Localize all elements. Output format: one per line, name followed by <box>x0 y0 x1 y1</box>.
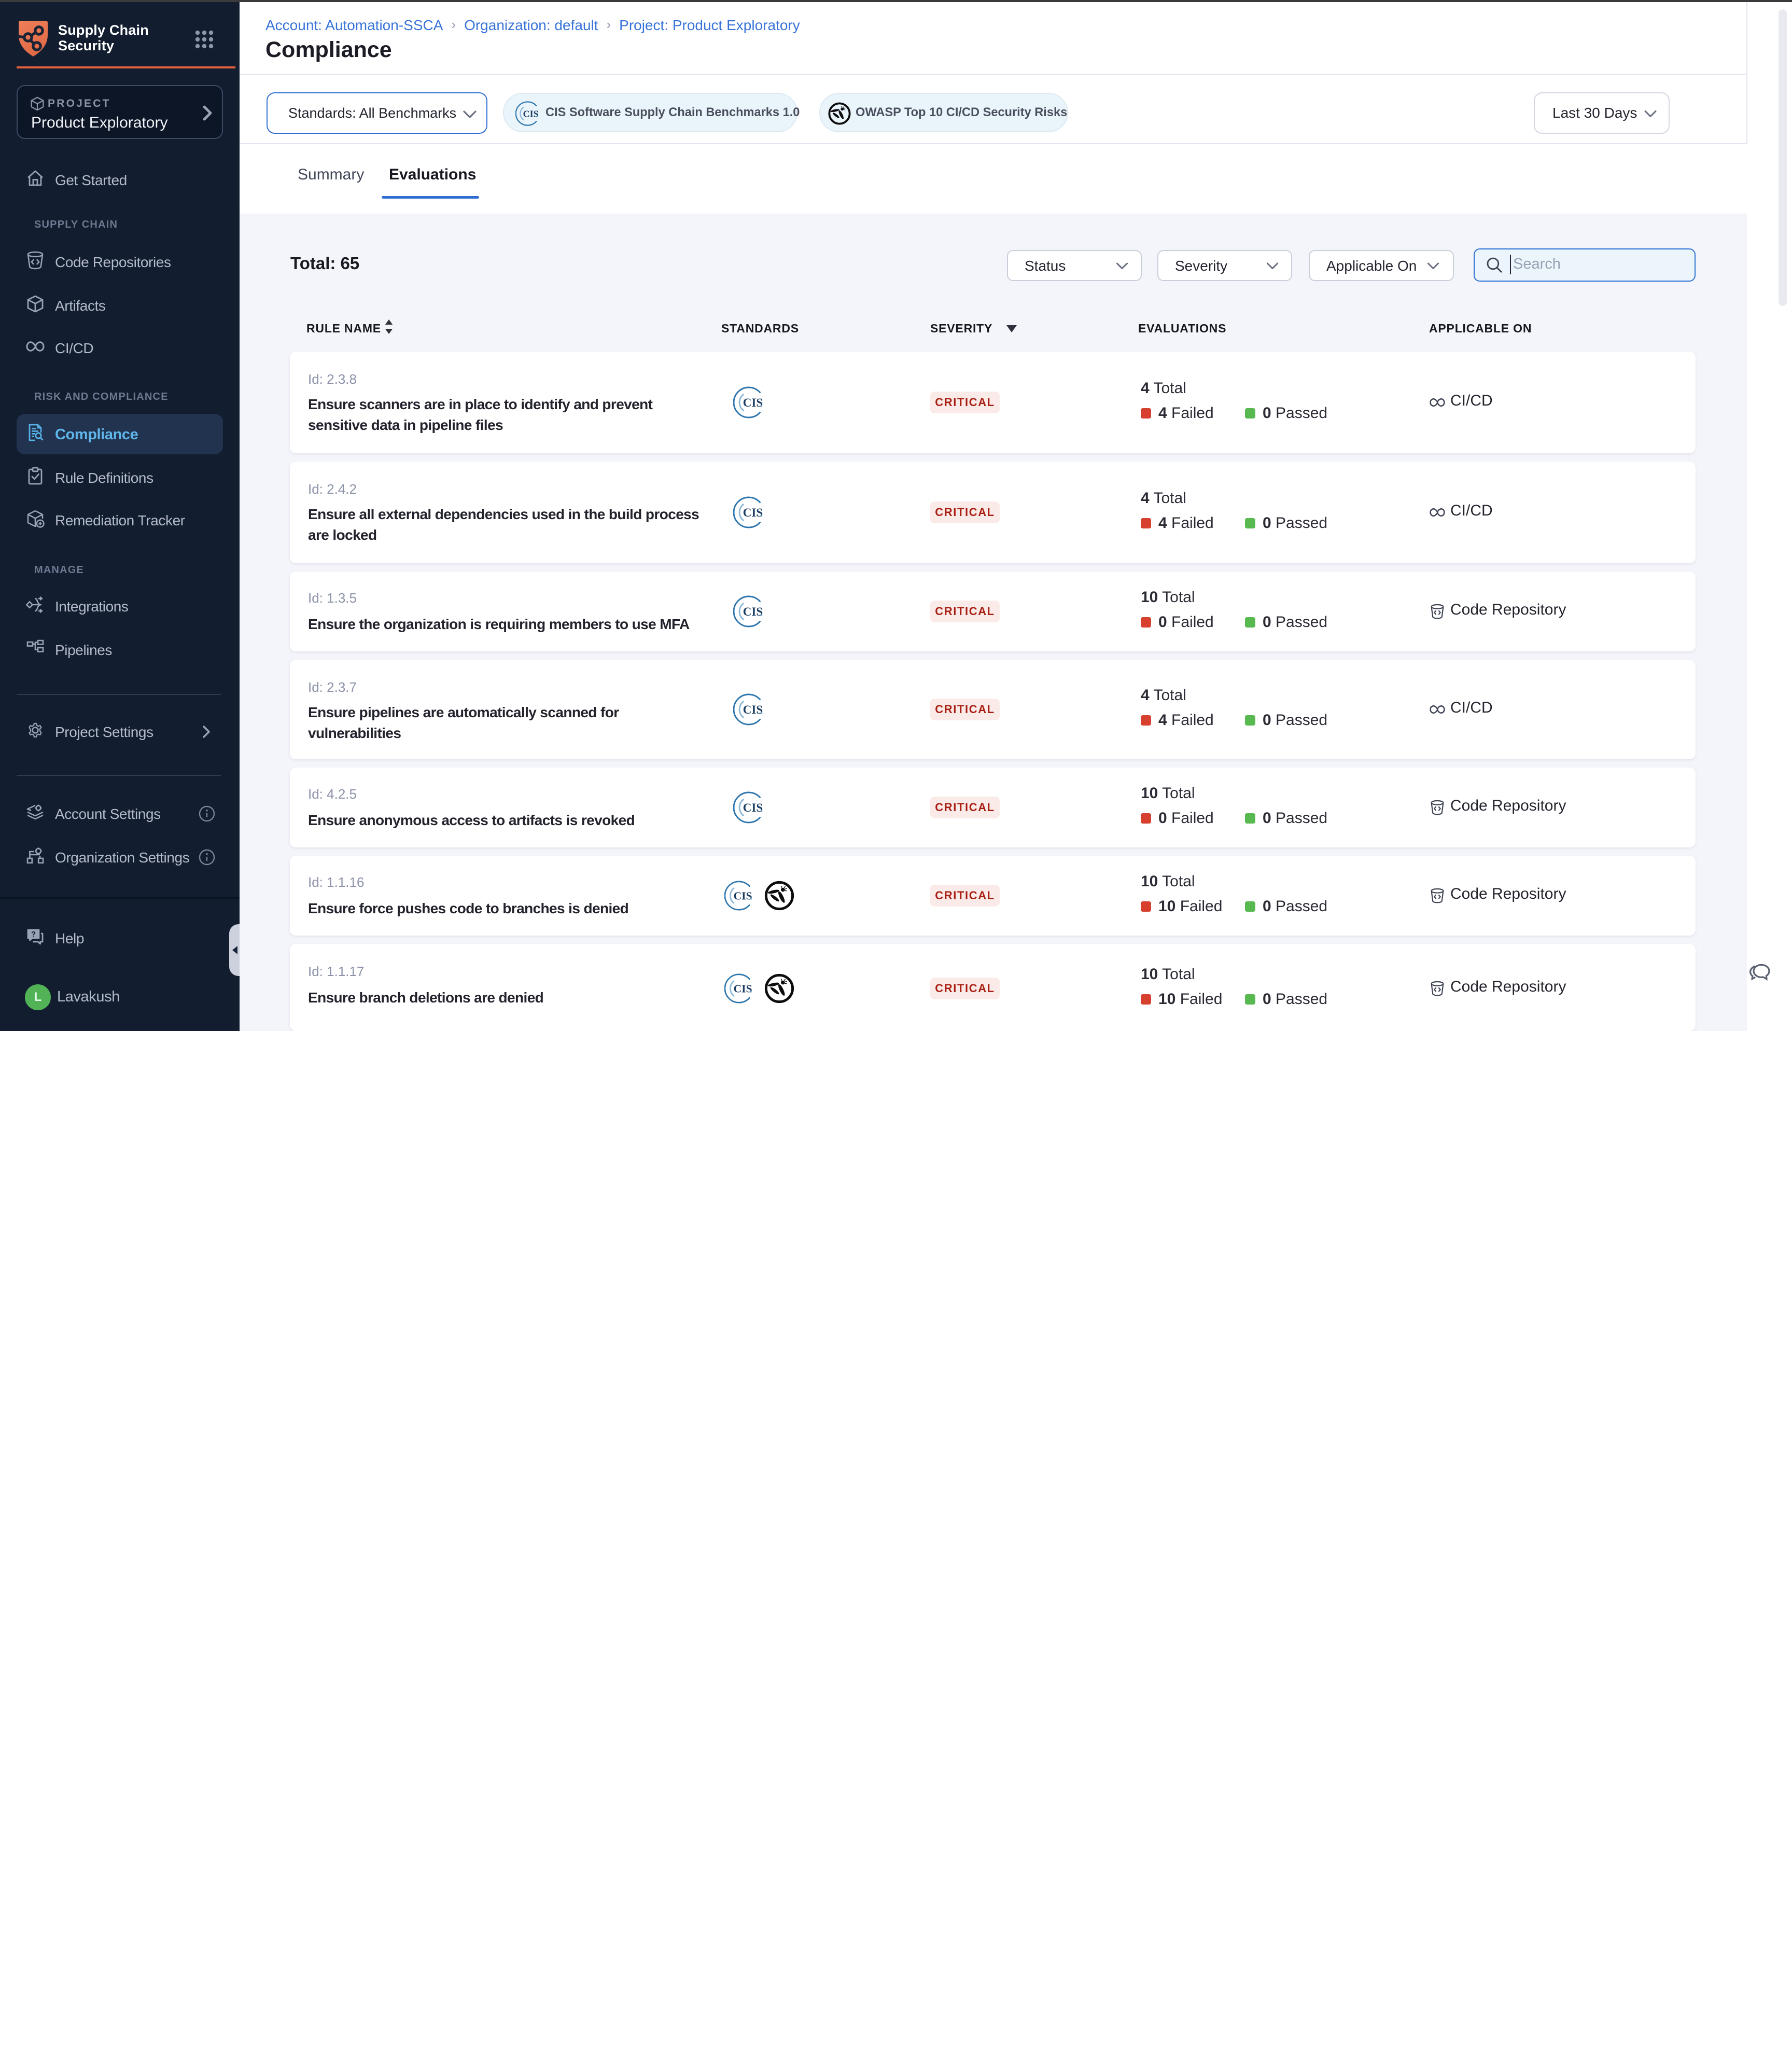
svg-text:?: ? <box>31 930 36 939</box>
